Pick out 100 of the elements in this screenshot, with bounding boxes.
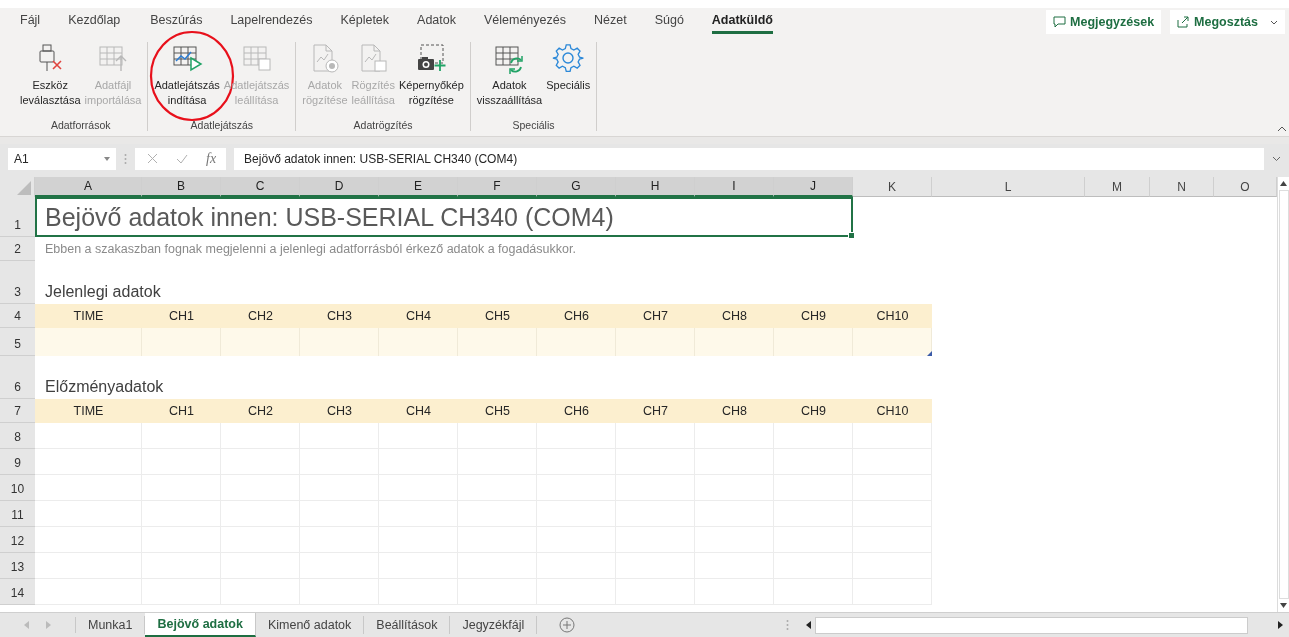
menu-tab[interactable]: Súgó bbox=[654, 10, 684, 34]
menu-tab[interactable]: Nézet bbox=[594, 10, 627, 34]
table-cell[interactable] bbox=[458, 423, 537, 449]
scroll-down-icon[interactable] bbox=[1280, 603, 1287, 608]
column-header[interactable]: B bbox=[142, 177, 221, 197]
row-number[interactable]: 3 bbox=[0, 261, 35, 304]
table-cell[interactable] bbox=[35, 449, 142, 475]
scroll-up-icon[interactable] bbox=[1280, 181, 1287, 186]
fill-handle[interactable] bbox=[848, 232, 855, 239]
table-cell[interactable] bbox=[853, 423, 932, 449]
menu-tab[interactable]: Fájl bbox=[20, 10, 41, 34]
gear-icon bbox=[552, 42, 585, 74]
expand-icon[interactable] bbox=[1272, 155, 1281, 162]
row-number[interactable]: 11 bbox=[0, 501, 35, 527]
table-cell[interactable] bbox=[616, 423, 695, 449]
table-cell[interactable] bbox=[35, 423, 142, 449]
table-cell[interactable] bbox=[35, 579, 142, 605]
sheet-title: Bejövő adatok innen: USB-SERIAL CH340 (COM4) bbox=[35, 197, 853, 237]
resize-handle-icon[interactable] bbox=[927, 351, 932, 356]
column-header[interactable]: A bbox=[35, 177, 142, 197]
table-header-cell-text: CH10 bbox=[875, 308, 910, 325]
drag-handle-icon[interactable] bbox=[786, 619, 789, 631]
table-header-cell-text: CH6 bbox=[563, 308, 590, 325]
menu-tab[interactable]: Képletek bbox=[340, 10, 390, 34]
share-icon bbox=[1177, 16, 1191, 28]
ribbon-button[interactable]: Képernyőkép rögzítése bbox=[396, 42, 466, 108]
row-number[interactable]: 5 bbox=[0, 328, 35, 356]
table-header-cell-text: CH1 bbox=[168, 308, 195, 325]
ribbon-action-button[interactable]: Megjegyzések bbox=[1046, 10, 1162, 34]
table-header-cell-text: CH1 bbox=[168, 403, 195, 420]
table-cell[interactable] bbox=[35, 553, 142, 579]
table-header-cell-text: TIME bbox=[72, 308, 105, 325]
previous-sheet-icon[interactable] bbox=[24, 621, 29, 629]
sheet-tab[interactable]: Bejövő adatok bbox=[145, 613, 256, 637]
sheet-tab[interactable]: Beállítások bbox=[364, 616, 451, 634]
sheet-tab[interactable]: Jegyzékfájl bbox=[450, 616, 538, 634]
vertical-scrollbar[interactable] bbox=[1277, 177, 1289, 612]
scroll-left-icon[interactable] bbox=[806, 621, 811, 629]
ribbon-button[interactable]: Eszköz leválasztása bbox=[18, 42, 83, 108]
column-header[interactable]: L bbox=[932, 177, 1085, 197]
table-cell[interactable] bbox=[35, 475, 142, 501]
table-cell[interactable] bbox=[537, 423, 616, 449]
column-header[interactable]: I bbox=[695, 177, 774, 197]
row-number[interactable]: 2 bbox=[0, 237, 35, 261]
row-number[interactable]: 13 bbox=[0, 553, 35, 579]
add-sheet-icon[interactable] bbox=[559, 617, 576, 633]
insert-function-button[interactable]: fx bbox=[206, 150, 217, 167]
cancel-icon[interactable] bbox=[147, 153, 158, 164]
column-header[interactable]: F bbox=[458, 177, 537, 197]
name-box[interactable]: A1 bbox=[8, 147, 116, 170]
table-header-cell-text: TIME bbox=[72, 403, 105, 420]
column-header[interactable]: N bbox=[1150, 177, 1214, 197]
check-icon[interactable] bbox=[176, 153, 188, 164]
collapse-ribbon-icon[interactable] bbox=[1277, 126, 1287, 132]
table-cell[interactable] bbox=[695, 423, 774, 449]
formula-field[interactable]: Bejövő adatok innen: USB-SERIAL CH340 (COM4) bbox=[234, 147, 1264, 170]
row-number[interactable]: 10 bbox=[0, 475, 35, 501]
menu-tab[interactable]: Kezdőlap bbox=[68, 10, 121, 34]
table-cell[interactable] bbox=[300, 423, 379, 449]
row-number[interactable]: 1 bbox=[0, 197, 35, 237]
table-cell[interactable] bbox=[142, 423, 221, 449]
scroll-right-icon[interactable] bbox=[1278, 621, 1283, 629]
table-cell[interactable] bbox=[379, 423, 458, 449]
select-all-icon[interactable] bbox=[17, 181, 31, 195]
table-header-cell-text: CH8 bbox=[721, 308, 748, 325]
column-header[interactable]: D bbox=[300, 177, 379, 197]
ribbon-group-label: Speciális bbox=[512, 119, 555, 131]
table-header-cell-text: CH8 bbox=[721, 403, 748, 420]
row-number[interactable]: 9 bbox=[0, 449, 35, 475]
menu-tab[interactable]: Adatok bbox=[417, 10, 456, 34]
ribbon-button[interactable]: Adatok visszaállítása bbox=[474, 42, 545, 108]
table-cell[interactable] bbox=[35, 501, 142, 527]
column-header[interactable]: M bbox=[1085, 177, 1150, 197]
ribbon-button[interactable]: Speciális bbox=[544, 42, 593, 93]
column-header[interactable]: J bbox=[774, 177, 853, 197]
sheet-tab[interactable]: Kimenő adatok bbox=[255, 616, 365, 634]
ribbon-group-label: Adatrögzítés bbox=[353, 119, 413, 131]
next-sheet-icon[interactable] bbox=[46, 621, 51, 629]
table-header-cell-text: CH7 bbox=[642, 403, 669, 420]
menu-tab[interactable]: Véleményezés bbox=[484, 10, 566, 34]
camera-plus-icon bbox=[415, 42, 448, 74]
table-cell[interactable] bbox=[774, 423, 853, 449]
row-number[interactable]: 4 bbox=[0, 304, 35, 328]
table-cell[interactable] bbox=[35, 527, 142, 553]
drag-handle-icon[interactable] bbox=[124, 152, 127, 165]
row-number[interactable]: 6 bbox=[0, 356, 35, 399]
row-number[interactable]: 14 bbox=[0, 579, 35, 605]
menu-tab[interactable]: Lapelrendezés bbox=[230, 10, 313, 34]
row-number[interactable]: 7 bbox=[0, 399, 35, 423]
row-number[interactable]: 12 bbox=[0, 527, 35, 553]
table-header-cell-text: CH9 bbox=[800, 308, 827, 325]
column-header[interactable]: H bbox=[616, 177, 695, 197]
row-number[interactable]: 8 bbox=[0, 423, 35, 449]
table-cell[interactable] bbox=[221, 423, 300, 449]
ribbon-action-button[interactable]: Megosztás bbox=[1170, 10, 1285, 34]
column-header[interactable]: C bbox=[221, 177, 300, 197]
column-header[interactable]: E bbox=[379, 177, 458, 197]
column-header[interactable]: K bbox=[853, 177, 932, 197]
column-header[interactable]: G bbox=[537, 177, 616, 197]
menu-tab[interactable]: Beszúrás bbox=[150, 10, 203, 34]
